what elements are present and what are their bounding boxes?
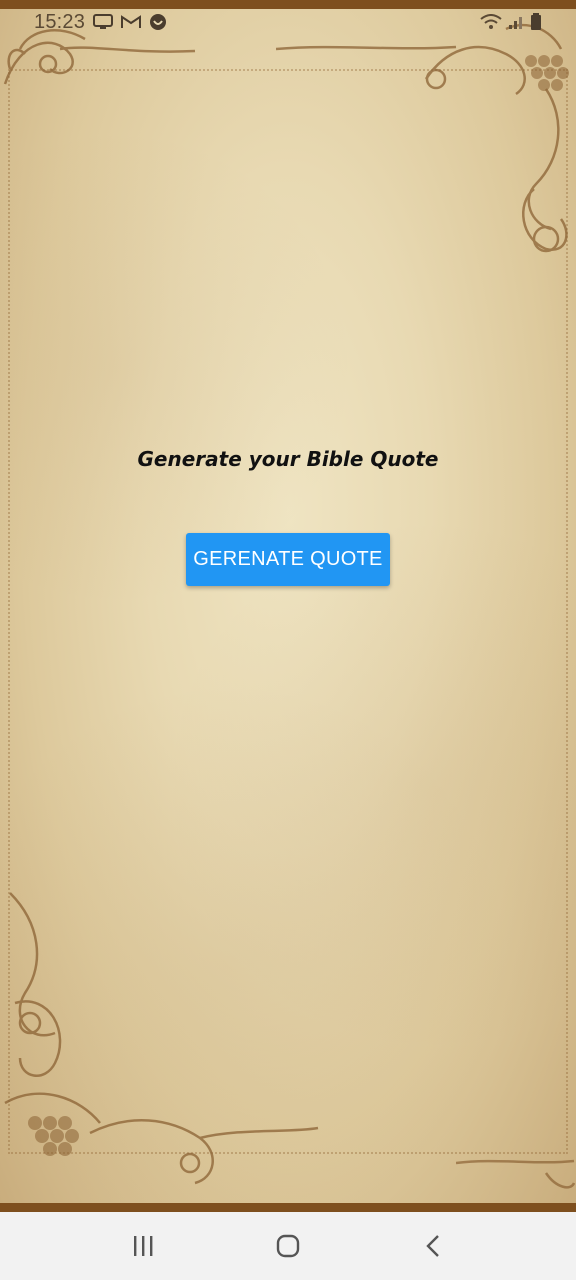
recent-apps-button[interactable] <box>113 1216 173 1276</box>
back-button[interactable] <box>403 1216 463 1276</box>
parchment-background <box>0 0 576 1212</box>
bottom-left-ornament-icon <box>4 892 319 1185</box>
bottom-right-ornament-icon <box>456 1159 576 1189</box>
recent-apps-icon <box>133 1236 153 1256</box>
app-icon <box>149 13 167 31</box>
status-bar: 15:23 <box>0 9 576 35</box>
gmail-icon <box>121 14 142 30</box>
screen-icon <box>93 14 114 30</box>
back-icon <box>426 1235 440 1257</box>
status-time: 15:23 <box>34 10 86 33</box>
generate-quote-button[interactable]: GERENATE QUOTE <box>186 533 390 586</box>
wifi-icon <box>480 14 502 30</box>
navigation-bar <box>0 1212 576 1280</box>
home-icon <box>276 1234 300 1258</box>
signal-icon <box>508 14 524 30</box>
page-title: Generate your Bible Quote <box>137 447 439 471</box>
battery-icon <box>530 13 542 31</box>
top-right-ornament-icon <box>276 23 569 253</box>
home-button[interactable] <box>258 1216 318 1276</box>
